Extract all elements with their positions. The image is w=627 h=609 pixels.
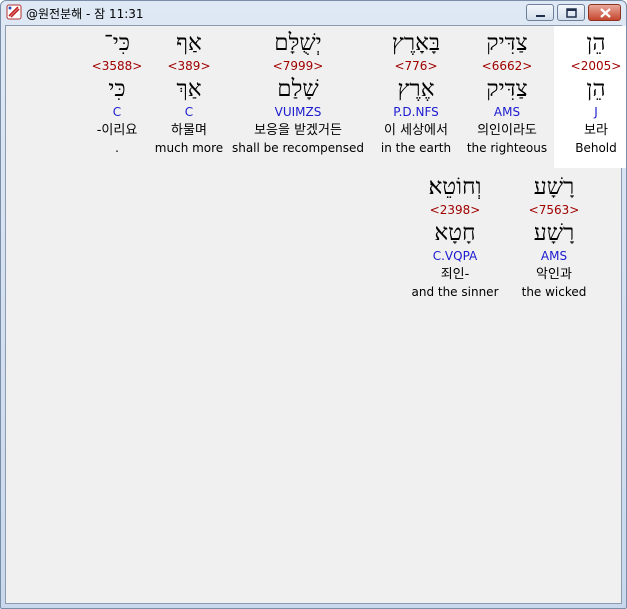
interlinear-view[interactable]: הֵן <2005> הֵן J 보라 Behold צַדִּיק <6662… <box>5 25 626 604</box>
app-window: @원전분해 - 잠 11:31 הֵן <2005> הֵן J 보라 Beho… <box>0 0 627 609</box>
strong-number[interactable]: <3588> <box>84 58 150 74</box>
english-gloss: the righteous <box>466 141 548 155</box>
hebrew-text: כִּי־ <box>103 30 131 56</box>
maximize-icon <box>566 8 577 18</box>
strong-number[interactable]: <7999> <box>231 58 365 74</box>
parse-code: C.VQPA <box>432 249 478 263</box>
minimize-icon <box>536 15 545 17</box>
english-gloss: and the sinner <box>411 285 499 299</box>
hebrew-text: הֵן <box>586 30 606 56</box>
word-card[interactable]: כִּי־ <3588> כִּי C -이리요 . <box>84 26 150 156</box>
strong-number[interactable]: <6662> <box>465 58 549 74</box>
word-card[interactable]: וְחוֹטֵא׃ <2398> חָטָא C.VQPA 죄인- and th… <box>407 170 503 300</box>
hebrew-text: צַדִּיק <box>486 30 528 56</box>
english-gloss: . <box>115 141 119 155</box>
lemma-text: אֶרֶץ <box>397 76 435 102</box>
lemma-text: כִּי <box>108 76 126 102</box>
word-card[interactable]: הֵן <2005> הֵן J 보라 Behold <box>554 26 626 168</box>
title-bar[interactable]: @원전분해 - 잠 11:31 <box>1 1 626 25</box>
hebrew-text: וְחוֹטֵא׃ <box>428 174 482 200</box>
close-button[interactable] <box>588 4 621 21</box>
english-gloss: in the earth <box>380 141 452 155</box>
parse-code: P.D.NFS <box>393 105 439 119</box>
maximize-button[interactable] <box>557 4 585 21</box>
korean-gloss: 보라 <box>584 123 608 138</box>
parse-code: AMS <box>493 105 521 119</box>
korean-gloss: -이리요 <box>96 123 138 138</box>
korean-gloss: 죄인- <box>440 267 470 282</box>
minimize-button[interactable] <box>526 4 554 21</box>
word-card[interactable]: צַדִּיק <6662> צַדִּיק AMS 의인이라도 the rig… <box>465 26 549 156</box>
parse-code: AMS <box>540 249 568 263</box>
parse-code: C <box>184 105 194 119</box>
lemma-text: חָטָא <box>434 220 476 246</box>
english-gloss: the wicked <box>521 285 587 299</box>
strong-number[interactable]: <2398> <box>407 202 503 218</box>
english-gloss: Behold <box>575 141 617 155</box>
hebrew-text: יְשֻׁלָּם <box>274 30 322 56</box>
korean-gloss: 보응을 받겠거든 <box>254 123 342 138</box>
korean-gloss: 악인과 <box>536 267 572 282</box>
english-gloss: shall be recompensed <box>231 141 365 155</box>
window-title: @원전분해 - 잠 11:31 <box>26 7 144 21</box>
lemma-text: רָשָׁע <box>533 220 575 246</box>
strong-number[interactable]: <776> <box>370 58 462 74</box>
korean-gloss: 이 세상에서 <box>384 123 448 138</box>
korean-gloss: 하물며 <box>171 123 207 138</box>
hebrew-text: אַף <box>176 30 202 56</box>
parse-code: J <box>594 105 598 119</box>
app-icon <box>6 4 22 20</box>
word-card[interactable]: אַף <389> אַךְ C 하물며 much more <box>151 26 227 156</box>
strong-number[interactable]: <7563> <box>512 202 596 218</box>
close-icon <box>600 8 611 18</box>
word-card[interactable]: יְשֻׁלָּם <7999> שָׁלַם VUIMZS 보응을 받겠거든 … <box>231 26 365 156</box>
lemma-text: צַדִּיק <box>486 76 528 102</box>
parse-code: VUIMZS <box>274 105 322 119</box>
lemma-text: הֵן <box>586 76 606 102</box>
word-card[interactable]: רָשָׁע <7563> רָשָׁע AMS 악인과 the wicked <box>512 170 596 300</box>
strong-number[interactable]: <389> <box>151 58 227 74</box>
lemma-text: אַךְ <box>176 76 202 102</box>
lemma-text: שָׁלַם <box>277 76 319 102</box>
hebrew-text: רָשָׁע <box>533 174 575 200</box>
strong-number[interactable]: <2005> <box>554 58 626 74</box>
word-card[interactable]: בָּאָרֶץ <776> אֶרֶץ P.D.NFS 이 세상에서 in t… <box>370 26 462 156</box>
english-gloss: much more <box>154 141 224 155</box>
hebrew-text: בָּאָרֶץ <box>391 30 441 56</box>
korean-gloss: 의인이라도 <box>477 123 537 138</box>
parse-code: C <box>112 105 122 119</box>
